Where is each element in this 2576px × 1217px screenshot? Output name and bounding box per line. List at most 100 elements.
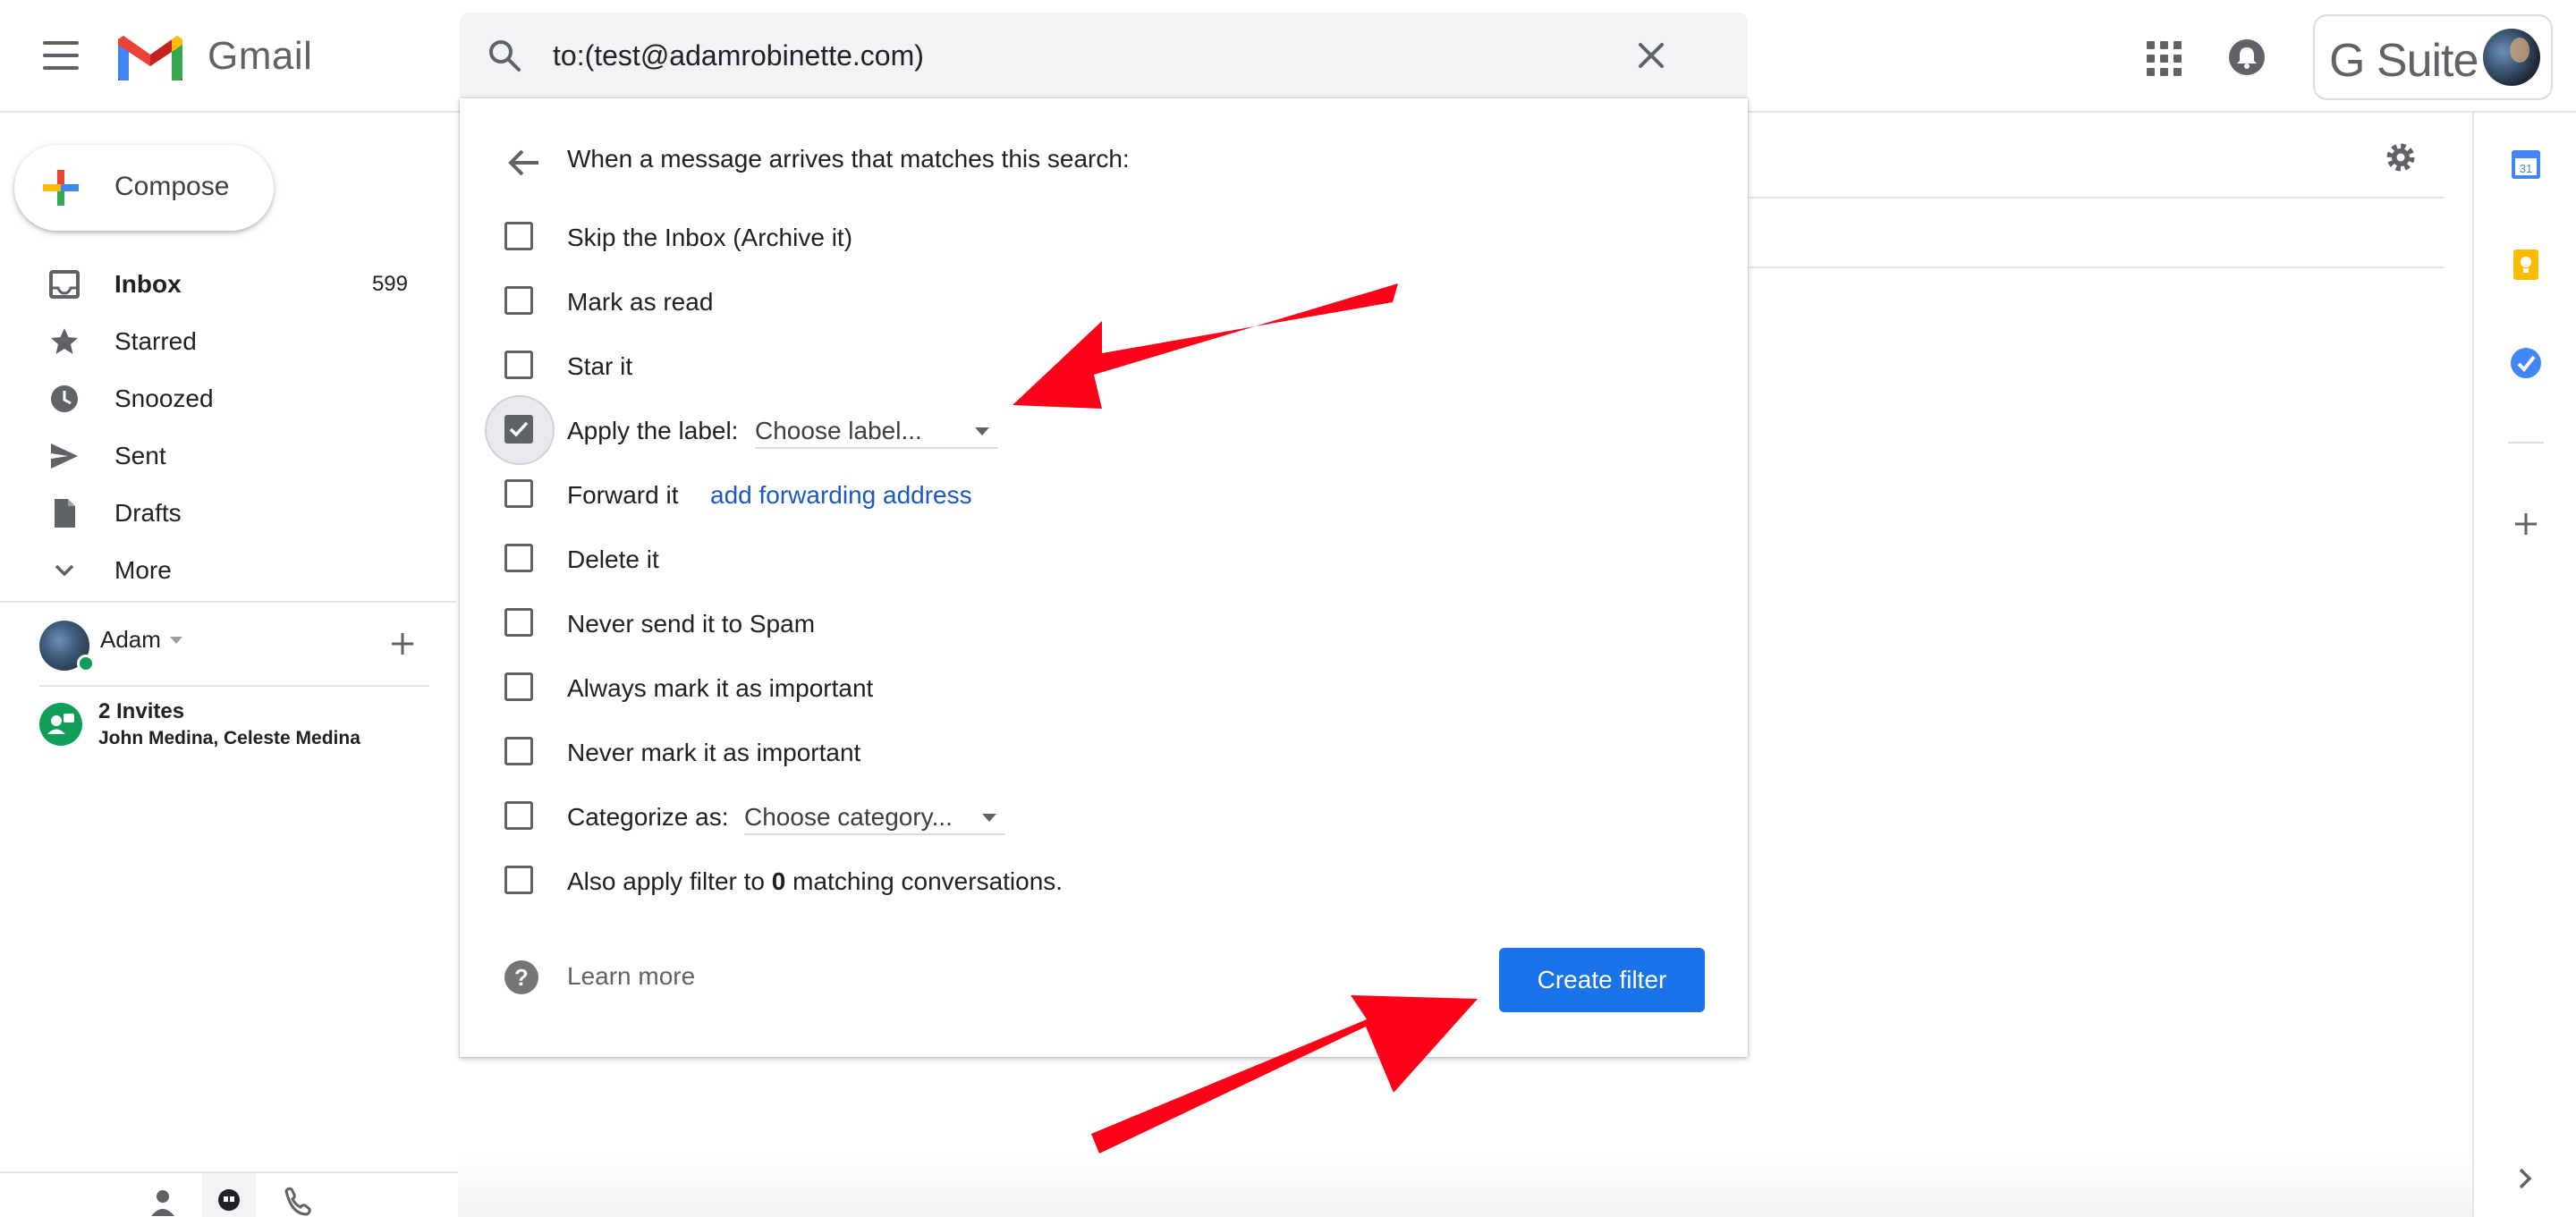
filter-option-never-spam: Never send it to Spam	[460, 596, 1748, 649]
filter-option-apply-existing: Also apply filter to 0 matching conversa…	[460, 853, 1748, 907]
checkbox-never-spam[interactable]	[504, 608, 533, 637]
search-input[interactable]: to:(test@adamrobinette.com)	[553, 39, 924, 72]
create-filter-button[interactable]: Create filter	[1499, 948, 1705, 1012]
checkbox-forward[interactable]	[504, 479, 533, 508]
option-label: Always mark it as important	[567, 674, 874, 702]
main-divider	[1750, 197, 2444, 199]
sidebar-item-label: Starred	[114, 327, 197, 355]
option-label: Never send it to Spam	[567, 610, 816, 638]
option-label: Categorize as:	[567, 803, 729, 831]
sidebar-item-snoozed[interactable]: Snoozed	[0, 370, 438, 427]
sidebar-item-label: Sent	[114, 442, 166, 469]
phone-icon	[284, 1187, 311, 1216]
help-icon[interactable]: ?	[504, 960, 538, 994]
hangouts-invites[interactable]: 2 Invites John Medina, Celeste Medina	[39, 699, 433, 753]
add-icon[interactable]	[385, 626, 420, 662]
search-icon[interactable]	[487, 38, 522, 73]
sidebar-item-sent[interactable]: Sent	[0, 427, 438, 485]
calendar-icon[interactable]: 31	[2508, 147, 2544, 182]
contacts-tab[interactable]	[136, 1173, 190, 1217]
plus-icon	[43, 170, 79, 206]
checkbox-always-important[interactable]	[504, 672, 533, 701]
close-icon[interactable]	[1633, 38, 1669, 73]
filter-option-forward: Forward it add forwarding address	[460, 467, 1748, 520]
add-forwarding-address-link[interactable]: add forwarding address	[710, 481, 972, 510]
sidebar-item-inbox[interactable]: Inbox 599	[0, 256, 438, 313]
checkbox-apply-existing[interactable]	[504, 866, 533, 894]
option-label: Also apply filter to 0 matching conversa…	[567, 867, 1063, 896]
draft-icon	[55, 499, 75, 528]
option-label: Forward it	[567, 481, 679, 509]
checkbox-mark-read[interactable]	[504, 286, 533, 315]
option-label: Skip the Inbox (Archive it)	[567, 224, 853, 251]
sidebar-item-drafts[interactable]: Drafts	[0, 485, 438, 542]
app-name[interactable]: Gmail	[208, 34, 312, 79]
menu-icon[interactable]	[43, 41, 79, 70]
filter-option-mark-read: Mark as read	[460, 274, 1748, 327]
option-label: Mark as read	[567, 288, 714, 316]
filter-option-categorize: Categorize as: Choose category...	[460, 789, 1748, 842]
filter-option-never-important: Never mark it as important	[460, 724, 1748, 778]
invite-icon	[39, 703, 82, 746]
inbox-icon	[49, 270, 80, 299]
hangouts-icon	[218, 1189, 240, 1211]
add-addon-icon[interactable]	[2508, 506, 2544, 542]
checkmark-icon	[509, 421, 529, 437]
filter-option-always-important: Always mark it as important	[460, 660, 1748, 714]
checkbox-skip-inbox[interactable]	[504, 222, 533, 250]
filter-option-delete: Delete it	[460, 531, 1748, 585]
hangouts-user-name[interactable]: Adam	[100, 626, 161, 654]
phone-tab[interactable]	[268, 1173, 322, 1217]
clock-icon	[51, 385, 78, 412]
sidebar-divider	[0, 601, 456, 603]
choose-category-select[interactable]: Choose category...	[744, 796, 1005, 835]
sidebar-item-more[interactable]: More	[0, 542, 438, 599]
filter-option-apply-label: Apply the label: Choose label...	[460, 395, 1748, 465]
sidebar-item-label: Inbox	[114, 270, 182, 298]
invite-title: 2 Invites	[98, 699, 185, 723]
checkbox-never-important[interactable]	[504, 737, 533, 765]
tasks-icon[interactable]	[2508, 345, 2544, 381]
hangouts-bottom-bar	[0, 1171, 458, 1217]
sidebar-item-label: Drafts	[114, 499, 182, 527]
checkbox-apply-label[interactable]	[504, 415, 533, 444]
invite-names: John Medina, Celeste Medina	[98, 728, 360, 748]
star-icon	[51, 328, 78, 354]
select-value: Choose category...	[744, 803, 953, 831]
sidebar-item-starred[interactable]: Starred	[0, 313, 438, 370]
gmail-logo[interactable]	[114, 30, 186, 84]
compose-label: Compose	[114, 172, 230, 201]
person-icon	[151, 1190, 174, 1216]
option-label: Apply the label:	[567, 417, 739, 444]
top-header: Gmail to:(test@adamrobinette.com) G Suit…	[0, 0, 2576, 113]
checkbox-star[interactable]	[504, 351, 533, 379]
hangouts-user: Adam	[39, 617, 433, 672]
account-avatar[interactable]	[2483, 29, 2540, 86]
choose-label-select[interactable]: Choose label...	[755, 410, 998, 449]
sidebar-item-label: More	[114, 556, 172, 584]
settings-gear-icon[interactable]	[2383, 139, 2419, 175]
filter-option-star: Star it	[460, 338, 1748, 392]
apps-icon[interactable]	[2145, 39, 2182, 76]
compose-button[interactable]: Compose	[14, 145, 274, 231]
checkbox-delete[interactable]	[504, 544, 533, 572]
bell-icon[interactable]	[2227, 38, 2267, 77]
unread-count: 599	[371, 272, 408, 296]
back-arrow-icon[interactable]	[504, 143, 544, 182]
caret-down-icon	[975, 427, 989, 435]
learn-more-link[interactable]: Learn more	[567, 962, 695, 991]
keep-icon[interactable]	[2508, 247, 2544, 283]
search-bar[interactable]: to:(test@adamrobinette.com)	[460, 13, 1748, 98]
caret-down-icon	[982, 814, 996, 822]
account-switcher[interactable]: G Suite	[2313, 14, 2553, 100]
select-value: Choose label...	[755, 417, 922, 444]
label-suffix: matching conversations.	[785, 867, 1063, 895]
sidebar-item-label: Snoozed	[114, 385, 214, 412]
matching-count: 0	[771, 867, 786, 895]
chevron-down-icon	[55, 564, 74, 577]
option-label: Star it	[567, 352, 633, 380]
chevron-right-icon[interactable]	[2512, 1162, 2538, 1195]
hangouts-tab[interactable]	[202, 1173, 256, 1217]
caret-down-icon[interactable]	[170, 637, 182, 644]
checkbox-categorize[interactable]	[504, 801, 533, 830]
